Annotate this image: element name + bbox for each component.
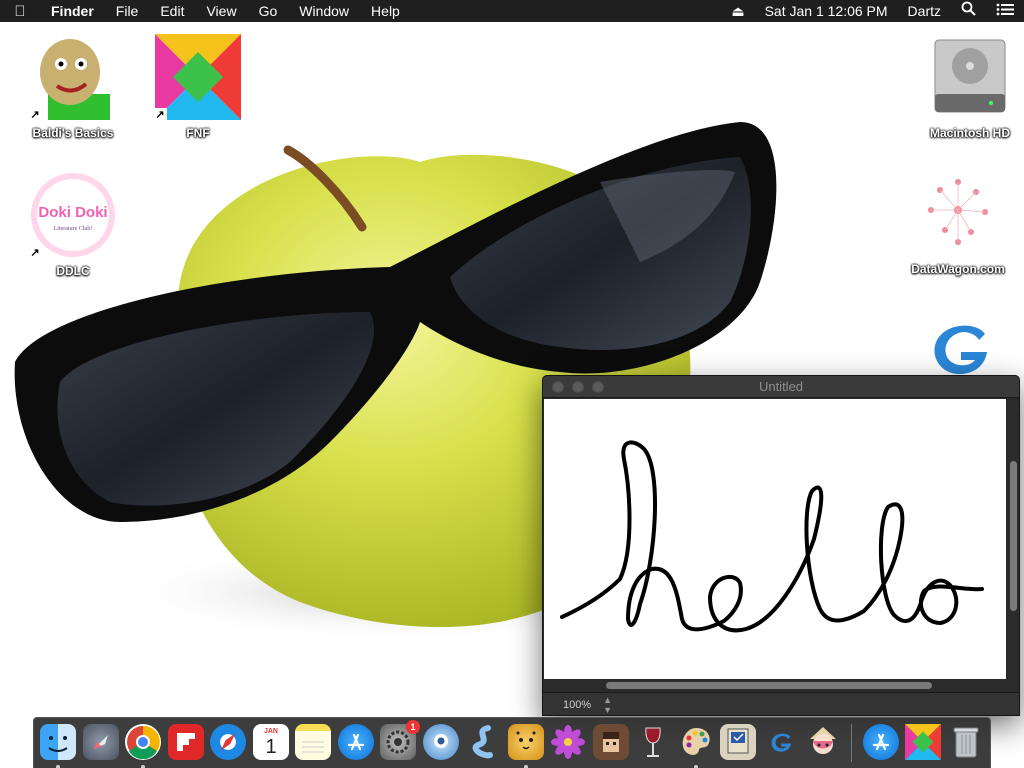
app-store-icon[interactable] [338,724,374,760]
desktop-icon-label: DDLC [56,264,90,278]
drawing-window: Untitled hello 100% ▲▼ [542,375,1020,716]
desktop-icon-datawagon[interactable]: DataWagon.com [908,170,1008,276]
menu-bar:  Finder File Edit View Go Window Help ⏏… [0,0,1024,22]
drawing-canvas[interactable]: hello [544,399,1006,679]
alias-arrow-icon: ↗ [28,246,42,260]
window-titlebar[interactable]: Untitled [543,376,1019,398]
menu-view[interactable]: View [195,0,247,22]
ddlc-icon: Doki Doki Literature Club! ↗ [28,172,116,260]
desktop-icon-gdevelop[interactable] [910,320,1010,376]
baldi-icon: ↗ [28,34,116,122]
network-icon [915,170,1001,256]
notes-icon[interactable] [295,724,331,760]
menu-go[interactable]: Go [248,0,289,22]
finder-icon[interactable] [40,724,76,768]
desktop-icon-macintosh-hd[interactable]: Macintosh HD [920,34,1020,140]
horizontal-scroll-thumb[interactable] [606,682,932,689]
desktop-icon-label: FNF [186,126,210,140]
vertical-scroll-thumb[interactable] [1010,461,1017,611]
menu-extras: ⏏ Sat Jan 1 12:06 PM Dartz [721,0,1024,22]
gdevelop-icon [917,320,1003,376]
list-icon[interactable] [986,0,1024,22]
menu-file[interactable]: File [105,0,150,22]
alias-arrow-icon: ↗ [28,108,42,122]
cheetah-icon[interactable] [508,724,544,768]
horizontal-scrollbar[interactable] [544,679,1006,692]
menu-window[interactable]: Window [288,0,360,22]
vertical-scrollbar[interactable] [1008,399,1019,679]
desktop-icon-ddlc[interactable]: Doki Doki Literature Club! ↗ DDLC [23,172,123,278]
webcam-icon[interactable] [423,724,459,760]
gdevelop-dock-icon[interactable] [763,724,799,760]
dock-separator [851,724,852,762]
eject-icon[interactable]: ⏏ [721,0,754,22]
system-preferences-icon[interactable]: 1 [380,720,420,760]
ddlc-logo-text: Doki Doki [38,204,107,221]
menu-edit[interactable]: Edit [149,0,195,22]
launchpad-icon[interactable] [83,724,119,760]
calendar-icon[interactable]: JAN 1 [253,724,289,760]
paint-palette-icon[interactable] [678,724,714,768]
window-title: Untitled [758,379,804,394]
search-icon[interactable] [951,0,986,22]
anime-avatar-icon[interactable] [805,724,841,760]
flower-icon[interactable] [550,724,586,760]
scrivener-icon[interactable] [465,724,501,760]
trash-icon[interactable] [948,724,984,760]
notification-badge: 1 [406,720,420,734]
chrome-icon[interactable] [125,724,161,768]
zoom-level[interactable]: 100% [563,699,591,711]
wine-icon[interactable] [635,724,671,760]
handwriting-hello: hello [560,440,984,633]
menu-clock[interactable]: Sat Jan 1 12:06 PM [755,0,898,22]
desktop-icon-label: Macintosh HD [929,126,1010,140]
app-store-2-icon[interactable] [863,724,899,760]
menu-help[interactable]: Help [360,0,411,22]
character-app-icon[interactable] [593,724,629,760]
flipboard-icon[interactable] [168,724,204,760]
classic-mac-icon[interactable] [720,724,756,760]
menu-finder[interactable]: Finder [40,0,105,22]
hard-drive-icon [927,34,1013,120]
desktop-icon-label: Baldi's Basics [32,126,114,140]
apple-logo-icon[interactable]:  [0,3,40,20]
fnf-dock-icon[interactable] [905,724,941,760]
desktop-icon-baldis-basics[interactable]: ↗ Baldi's Basics [23,34,123,140]
fnf-icon: ↗ [153,34,241,122]
window-statusbar: 100% ▲ ▼ [543,692,1019,715]
dock: JAN 1 1 [33,717,991,768]
ddlc-logo-subtext: Literature Club! [54,226,93,232]
desktop-icon-fnf[interactable]: ↗ FNF [148,34,248,140]
alias-arrow-icon: ↗ [153,108,167,122]
zoom-stepper-icon[interactable]: ▲ ▼ [603,695,612,715]
safari-icon[interactable] [210,724,246,760]
desktop-icon-label: DataWagon.com [911,262,1005,276]
menu-user[interactable]: Dartz [898,0,951,22]
